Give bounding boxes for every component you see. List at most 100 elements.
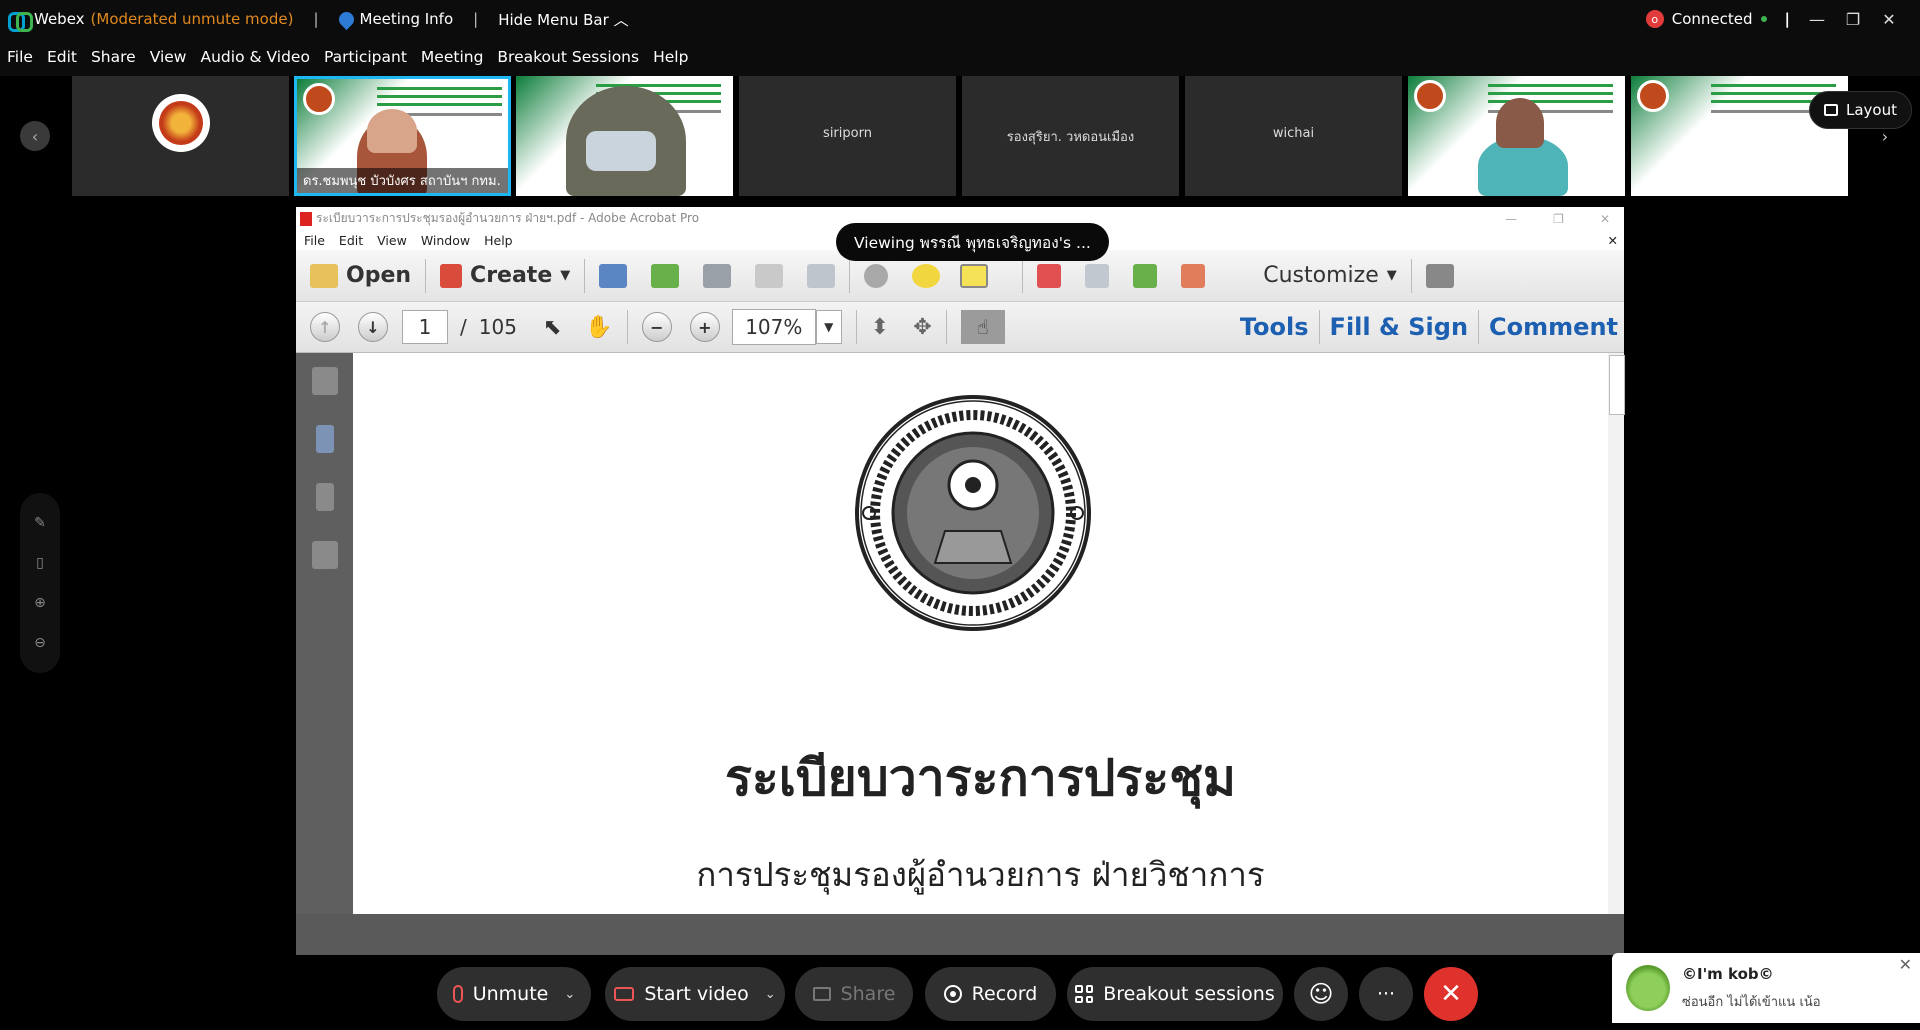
acrobat-menu-help[interactable]: Help bbox=[484, 233, 513, 248]
tools-pane-link[interactable]: Tools bbox=[1240, 313, 1309, 341]
share-label: Share bbox=[840, 983, 896, 1005]
settings-gear-icon[interactable] bbox=[864, 263, 889, 288]
hand-tool-icon[interactable]: ✋ bbox=[585, 315, 612, 340]
menu-audio-video[interactable]: Audio & Video bbox=[201, 48, 310, 66]
page-number-input[interactable]: 1 bbox=[402, 310, 448, 344]
acrobat-menu-file[interactable]: File bbox=[304, 233, 325, 248]
menu-meeting[interactable]: Meeting bbox=[421, 48, 484, 66]
chat-notification[interactable]: ©I'm kob© ซ่อนอีก ไม่ได้เข้าแน เน้อ ✕ bbox=[1612, 953, 1920, 1023]
next-page-icon[interactable]: ↓ bbox=[358, 312, 388, 342]
hide-menu-bar-button[interactable]: Hide Menu Bar ︿ bbox=[498, 9, 628, 30]
email-icon[interactable] bbox=[807, 263, 836, 288]
page-thumbnails-icon[interactable] bbox=[311, 367, 338, 395]
menu-breakout-sessions[interactable]: Breakout Sessions bbox=[497, 48, 639, 66]
select-cursor-icon[interactable]: ⬉ bbox=[543, 315, 561, 340]
save-icon[interactable] bbox=[599, 263, 628, 288]
close-document-icon[interactable]: ✕ bbox=[1608, 233, 1618, 248]
eraser-icon[interactable]: ▯ bbox=[36, 555, 44, 571]
acrobat-menu-view[interactable]: View bbox=[377, 233, 407, 248]
attachment-icon[interactable] bbox=[315, 483, 334, 511]
signature-icon[interactable] bbox=[311, 541, 338, 569]
participant-caption: ดร.ชมพนุช บัวบังศร สถาบันฯ กทม. bbox=[297, 168, 508, 193]
participant-tile[interactable]: wichai bbox=[1185, 76, 1402, 196]
touch-mode-icon[interactable]: ☝ bbox=[960, 310, 1005, 344]
participant-tile[interactable] bbox=[1408, 76, 1625, 196]
close-icon[interactable]: ✕ bbox=[1880, 10, 1898, 29]
participant-tile[interactable]: รองสุริยา. วหดอนเมือง bbox=[962, 76, 1179, 196]
close-icon[interactable]: ✕ bbox=[1600, 212, 1610, 226]
customize-button[interactable]: Customize ▼ bbox=[1263, 263, 1396, 288]
export-icon[interactable] bbox=[1133, 263, 1158, 288]
fit-width-icon[interactable]: ✥ bbox=[913, 315, 931, 340]
menu-share[interactable]: Share bbox=[91, 48, 136, 66]
participant-tile[interactable] bbox=[72, 76, 289, 196]
meeting-info-button[interactable]: Meeting Info bbox=[335, 8, 453, 30]
connection-label: Connected bbox=[1671, 10, 1753, 28]
pdf-page[interactable]: ระเบียบวาระการประชุม การประชุมรองผู้อำนว… bbox=[353, 353, 1608, 914]
zoom-out-button[interactable]: − bbox=[641, 312, 672, 342]
viewing-share-indicator[interactable]: Viewing พรรณี พุทธเจริญทอง's ... bbox=[836, 223, 1109, 261]
minimize-icon[interactable]: — bbox=[1808, 10, 1826, 29]
notification-message: ซ่อนอีก ไม่ได้เข้าแน เน้อ bbox=[1682, 995, 1821, 1010]
search-document-icon[interactable] bbox=[1085, 263, 1110, 288]
menu-edit[interactable]: Edit bbox=[47, 48, 77, 66]
start-video-button[interactable]: Start video ⌄ bbox=[605, 967, 785, 1021]
connection-status[interactable]: o Connected bbox=[1645, 10, 1767, 28]
restore-icon[interactable]: ❐ bbox=[1553, 212, 1564, 226]
chevron-down-icon[interactable]: ⌄ bbox=[564, 987, 575, 1002]
menu-file[interactable]: File bbox=[7, 48, 33, 66]
share-button[interactable]: Share bbox=[795, 967, 913, 1021]
create-button[interactable]: Create ▼ bbox=[440, 263, 570, 288]
page-total: 105 bbox=[478, 315, 517, 339]
breakout-sessions-button[interactable]: Breakout sessions bbox=[1067, 967, 1283, 1021]
menu-view[interactable]: View bbox=[150, 48, 187, 66]
divider bbox=[1022, 258, 1024, 293]
layout-button[interactable]: Layout bbox=[1809, 91, 1912, 129]
vertical-scrollbar[interactable] bbox=[1608, 353, 1625, 914]
minimize-icon[interactable]: — bbox=[1505, 212, 1517, 226]
zoom-in-icon[interactable]: ⊕ bbox=[34, 595, 46, 611]
menu-participant[interactable]: Participant bbox=[324, 48, 407, 66]
fill-sign-pane-link[interactable]: Fill & Sign bbox=[1330, 313, 1469, 341]
layout-label: Layout bbox=[1846, 101, 1897, 119]
layout-icon bbox=[1824, 104, 1838, 116]
pen-icon[interactable]: ✎ bbox=[34, 515, 46, 531]
fullscreen-icon[interactable] bbox=[1425, 263, 1454, 288]
upload-cloud-icon[interactable] bbox=[651, 263, 680, 288]
participant-tile-active[interactable]: ดร.ชมพนุช บัวบังศร สถาบันฯ กทม. bbox=[294, 76, 511, 196]
scroll-right-button[interactable]: › bbox=[1870, 121, 1900, 151]
zoom-dropdown-icon[interactable]: ▼ bbox=[815, 310, 842, 344]
unmute-button[interactable]: Unmute ⌄ bbox=[437, 967, 591, 1021]
fit-page-icon[interactable]: ⬍ bbox=[871, 315, 889, 340]
participant-tile[interactable]: siriporn bbox=[739, 76, 956, 196]
previous-page-icon[interactable]: ↑ bbox=[310, 312, 340, 342]
acrobat-menu-window[interactable]: Window bbox=[421, 233, 470, 248]
restore-icon[interactable]: ❐ bbox=[1844, 10, 1862, 29]
open-label: Open bbox=[346, 263, 412, 288]
close-icon[interactable]: ✕ bbox=[1899, 955, 1912, 974]
more-options-button[interactable]: ··· bbox=[1359, 967, 1413, 1021]
annotation-toolbar: ✎ ▯ ⊕ ⊖ bbox=[20, 493, 60, 673]
institute-seal bbox=[855, 395, 1091, 631]
zoom-level-input[interactable]: 107% bbox=[731, 309, 816, 345]
sign-icon[interactable] bbox=[1181, 263, 1206, 288]
acrobat-menu-edit[interactable]: Edit bbox=[339, 233, 363, 248]
face-mask bbox=[586, 131, 656, 171]
participant-tile[interactable] bbox=[516, 76, 733, 196]
chevron-down-icon[interactable]: ⌄ bbox=[765, 987, 776, 1002]
reactions-button[interactable]: ☺ bbox=[1294, 967, 1348, 1021]
comment-bubble-icon[interactable] bbox=[912, 263, 941, 288]
comment-pane-link[interactable]: Comment bbox=[1489, 313, 1618, 341]
menu-help[interactable]: Help bbox=[653, 48, 688, 66]
highlight-text-icon[interactable] bbox=[960, 263, 989, 288]
edit-document-icon[interactable] bbox=[755, 263, 784, 288]
zoom-out-icon[interactable]: ⊖ bbox=[34, 635, 46, 651]
record-button[interactable]: Record bbox=[925, 967, 1056, 1021]
zoom-in-button[interactable]: + bbox=[689, 312, 720, 342]
print-icon[interactable] bbox=[703, 263, 732, 288]
open-button[interactable]: Open bbox=[310, 263, 411, 288]
end-meeting-button[interactable]: ✕ bbox=[1424, 967, 1478, 1021]
bookmark-icon[interactable] bbox=[315, 425, 334, 453]
scroll-left-button[interactable]: ‹ bbox=[20, 121, 50, 151]
delete-page-icon[interactable] bbox=[1037, 263, 1062, 288]
